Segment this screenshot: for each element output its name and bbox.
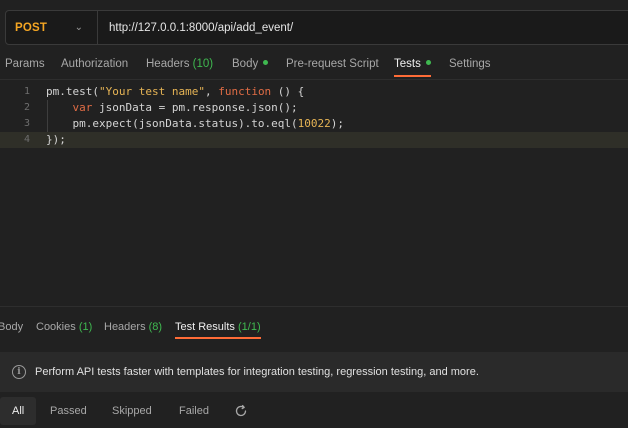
tab-count: (1) — [78, 321, 93, 333]
method-label: POST — [15, 21, 48, 34]
tab-label: Pre-request Script — [286, 58, 379, 70]
tab-test-results[interactable]: Test Results (1/1) — [175, 321, 261, 339]
info-icon: i — [12, 365, 26, 379]
code-text: }); — [46, 132, 66, 148]
tab-cookies[interactable]: Cookies (1) — [36, 321, 92, 333]
code-editor[interactable]: 1 pm.test("Your test name", function () … — [0, 84, 628, 304]
filter-passed[interactable]: Passed — [38, 397, 99, 425]
tab-headers[interactable]: Headers (10) — [146, 58, 213, 70]
code-keyword: var — [72, 101, 93, 114]
line-number: 3 — [23, 118, 30, 129]
divider — [0, 306, 628, 307]
code-token: jsonData = pm.response.json(); — [92, 101, 298, 114]
method-select[interactable]: POST ⌄ — [6, 11, 98, 44]
code-token: pm.expect(jsonData.status).to.eql( — [72, 117, 298, 130]
code-token: () { — [271, 85, 305, 98]
tab-label: Test Results — [175, 321, 235, 333]
refresh-icon[interactable] — [234, 404, 248, 418]
chevron-down-icon: ⌄ — [74, 22, 83, 33]
divider — [0, 79, 628, 80]
code-line: 2 var jsonData = pm.response.json(); — [0, 100, 628, 116]
line-number: 2 — [23, 102, 30, 113]
response-tabs: Body Cookies (1) Headers (8) Test Result… — [0, 318, 628, 342]
code-string: "Your test name" — [98, 85, 205, 98]
code-text: pm.test("Your test name", function () { — [46, 84, 304, 100]
filter-failed[interactable]: Failed — [167, 397, 221, 425]
tab-params[interactable]: Params — [5, 58, 45, 70]
tab-authorization[interactable]: Authorization — [61, 58, 128, 70]
code-number: 10022 — [297, 117, 331, 130]
tab-count: (1/1) — [237, 321, 261, 333]
code-token: pm.test( — [46, 85, 99, 98]
filter-all[interactable]: All — [0, 397, 37, 425]
request-bar: POST ⌄ http://127.0.0.1:8000/api/add_eve… — [5, 10, 628, 45]
url-input[interactable]: http://127.0.0.1:8000/api/add_event/ — [98, 22, 293, 34]
code-line: 1 pm.test("Your test name", function () … — [0, 84, 628, 100]
code-line: 3 pm.expect(jsonData.status).to.eql(1002… — [0, 116, 628, 132]
line-number: 4 — [23, 134, 30, 145]
banner-text: Perform API tests faster with templates … — [35, 366, 479, 378]
code-text: pm.expect(jsonData.status).to.eql(10022)… — [46, 116, 345, 132]
tab-label: Settings — [449, 58, 491, 70]
tab-label: Body — [232, 58, 259, 70]
tab-settings[interactable]: Settings — [449, 58, 491, 70]
tab-body[interactable]: Body — [232, 58, 269, 70]
tab-pre-request-script[interactable]: Pre-request Script — [286, 58, 379, 70]
tab-label: Params — [5, 58, 45, 70]
modified-dot-icon — [425, 60, 431, 66]
tab-label: Headers — [104, 321, 146, 333]
tab-tests[interactable]: Tests — [394, 58, 431, 77]
modified-dot-icon — [263, 60, 269, 66]
tab-count: (10) — [192, 58, 214, 70]
code-line-current: 4 }); — [0, 132, 628, 148]
tab-label: Body — [0, 321, 24, 333]
tab-response-headers[interactable]: Headers (8) — [104, 321, 162, 333]
tab-label: Cookies — [36, 321, 76, 333]
test-results-filter-bar: All Passed Skipped Failed — [0, 397, 628, 428]
tab-label: Headers — [146, 58, 190, 70]
tab-label: Tests — [394, 58, 421, 70]
code-token: ); — [330, 117, 345, 130]
tab-count: (8) — [148, 321, 163, 333]
request-tabs: Params Authorization Headers (10) Body P… — [0, 52, 628, 78]
code-token: , — [204, 85, 219, 98]
filter-skipped[interactable]: Skipped — [100, 397, 164, 425]
code-keyword: function — [218, 85, 272, 98]
code-text: var jsonData = pm.response.json(); — [46, 100, 298, 116]
info-banner: i Perform API tests faster with template… — [0, 352, 628, 392]
line-number: 1 — [23, 86, 30, 97]
code-token: }); — [46, 133, 66, 146]
tab-label: Authorization — [61, 58, 129, 70]
tab-response-body[interactable]: Body — [0, 321, 23, 333]
